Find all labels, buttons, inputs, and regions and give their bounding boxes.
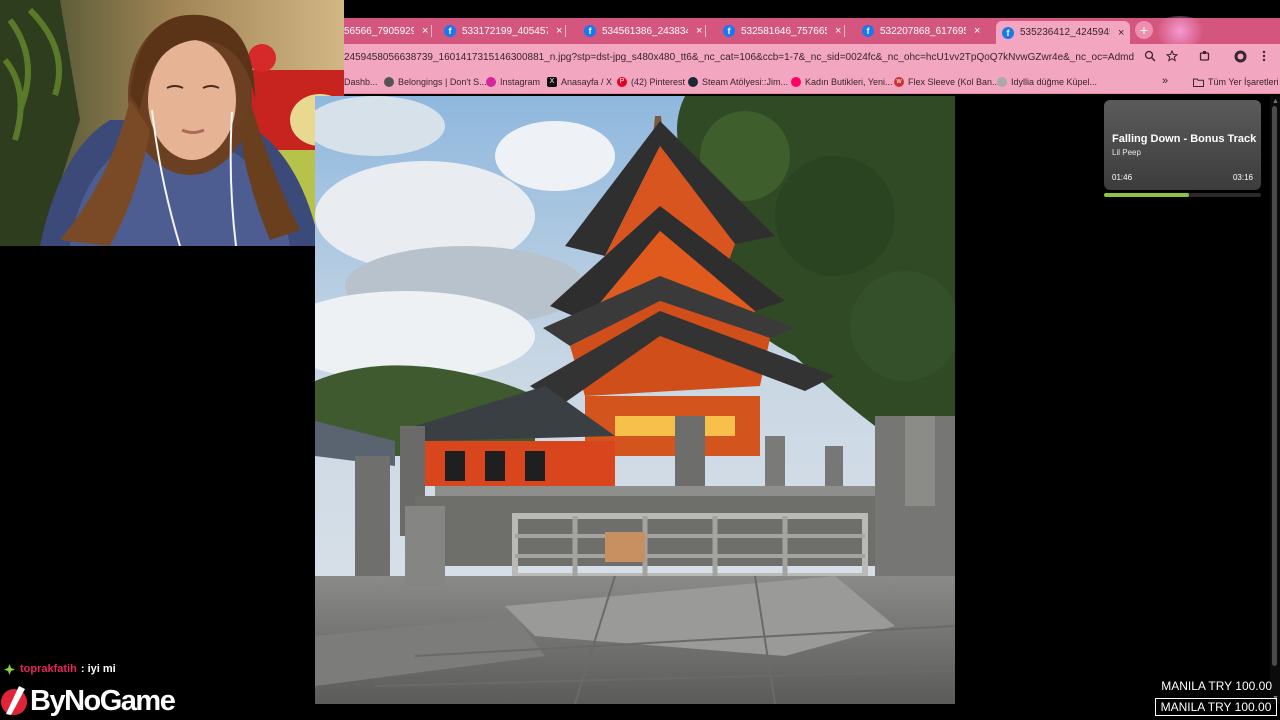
bookmark-flex-sleeve[interactable]: w Flex Sleeve (Kol Ban... [894,77,1000,87]
bookmark-label: Kadın Butikleri, Yeni... [805,77,893,87]
tab-4-close-icon[interactable]: × [835,25,841,37]
tab-3-title: 534561386_24383481424 [602,25,688,37]
logo-text: ByNoGame [30,684,176,717]
steam-icon [688,77,698,87]
tab-6-close-icon[interactable]: × [1118,27,1124,39]
tab-6-active[interactable]: f 535236412_42459458056 × [996,21,1131,44]
bookmark-steam[interactable]: Steam Atölyesi::Jim... [688,77,788,87]
bookmark-label: Belongings | Don't S... [398,77,487,87]
url-input[interactable]: 2459458056638739_1601417315146300881_n.j… [344,52,1134,63]
tab-1[interactable]: 56566_7905929769 × [344,20,433,42]
tab-3-close-icon[interactable]: × [696,25,702,37]
bookmark-x[interactable]: X Anasayfa / X [547,77,612,87]
tab-6-title: 535236412_42459458056 [1020,27,1110,38]
menu-kebab-icon[interactable] [1262,50,1266,65]
facebook-icon: f [1002,26,1014,39]
bookmark-belongings[interactable]: Belongings | Don't S... [384,77,487,87]
facebook-icon: f [723,25,735,37]
bookmark-label: Flex Sleeve (Kol Ban... [908,77,1000,87]
webcam-overlay [0,0,344,246]
facebook-icon: f [862,25,874,37]
song-progress-bar [1104,193,1261,197]
tab-2-title: 533172199_40545789447 [462,25,548,37]
tab-4[interactable]: f 532581646_75766542603 × [723,20,846,42]
bookmark-pinterest[interactable]: P (42) Pinterest [617,77,685,87]
star-icon[interactable] [1165,49,1179,65]
bookmarks-bar: Dashb... Belongings | Don't S... Instagr… [344,72,1280,94]
bookmark-label: Idyllia düğme Küpel... [1011,77,1098,87]
donation-alert-boxed: MANILA TRY 100.00 [1155,698,1277,716]
tab-5[interactable]: f 532207868_61769569148 × [862,20,980,42]
tab-3[interactable]: f 534561386_24383481424 × [584,20,707,42]
all-bookmarks-folder[interactable]: Tüm Yer İşaretleri [1193,77,1279,87]
facebook-icon: f [444,25,456,37]
now-playing-widget: Falling Down - Bonus Track Lil Peep 01:4… [1104,100,1261,190]
bookmark-dashboard[interactable]: Dashb... [344,77,378,87]
chat-message: toprakfatih : iyi mi [4,663,116,675]
tab-1-title: 56566_7905929769 [344,25,414,37]
tab-5-title: 532207868_61769569148 [880,25,966,37]
address-bar: 2459458056638739_1601417315146300881_n.j… [344,44,1280,72]
all-bookmarks-label: Tüm Yer İşaretleri [1208,77,1279,87]
song-title: Falling Down - Bonus Track [1112,133,1257,145]
new-tab-button[interactable]: + [1135,21,1153,39]
bynogame-logo: ByNoGame [0,682,176,720]
bookmark-label: (42) Pinterest [631,77,686,87]
chat-badge-icon [4,663,15,675]
song-progress-fill [1104,193,1189,197]
page-scrollbar[interactable] [1270,96,1280,704]
bynogame-logo-icon [1,686,27,715]
bookmark-label: Anasayfa / X [561,77,613,87]
bookmark-kadin-butikleri[interactable]: Kadın Butikleri, Yeni... [791,77,893,87]
temple-photo [315,96,955,704]
facebook-icon: f [584,25,596,37]
extensions-icon[interactable] [1199,50,1211,65]
tab-2-close-icon[interactable]: × [556,25,562,37]
song-elapsed-time: 01:46 [1112,173,1133,182]
webcam-image [0,0,344,246]
bookmark-label: Steam Atölyesi::Jim... [702,77,789,87]
ghost-icon [384,77,394,87]
viewed-image [315,96,955,704]
tab-glow-decoration [1150,16,1210,46]
shop-icon [791,77,801,87]
profile-avatar-icon[interactable] [1234,50,1247,66]
donation-alert: MANILA TRY 100.00 [1161,679,1272,693]
w-icon: w [894,77,904,87]
bookmarks-overflow-chevron-icon[interactable]: » [1162,75,1168,87]
tab-2[interactable]: f 533172199_40545789447 × [444,20,567,42]
bookmark-label: Dashb... [344,77,378,87]
scroll-up-arrow-icon[interactable]: ▲ [1272,98,1279,105]
tab-1-close-icon[interactable]: × [422,25,428,37]
bookmark-instagram[interactable]: Instagram [486,77,540,87]
tab-4-title: 532581646_75766542603 [741,25,827,37]
bookmark-label: Instagram [500,77,541,87]
folder-icon [1193,78,1204,87]
song-total-time: 03:16 [1232,173,1253,182]
scrollbar-thumb[interactable] [1272,106,1277,666]
instagram-icon [486,77,496,87]
chat-username: toprakfatih [20,663,77,675]
tab-5-close-icon[interactable]: × [974,25,980,37]
x-icon: X [547,77,557,87]
pinterest-icon: P [617,77,627,87]
zoom-icon[interactable] [1144,50,1156,65]
bookmark-idyllia[interactable]: Idyllia düğme Küpel... [997,77,1097,87]
chat-text: : iyi mi [80,663,116,675]
site-icon [997,77,1007,87]
song-artist: Lil Peep [1112,148,1141,157]
